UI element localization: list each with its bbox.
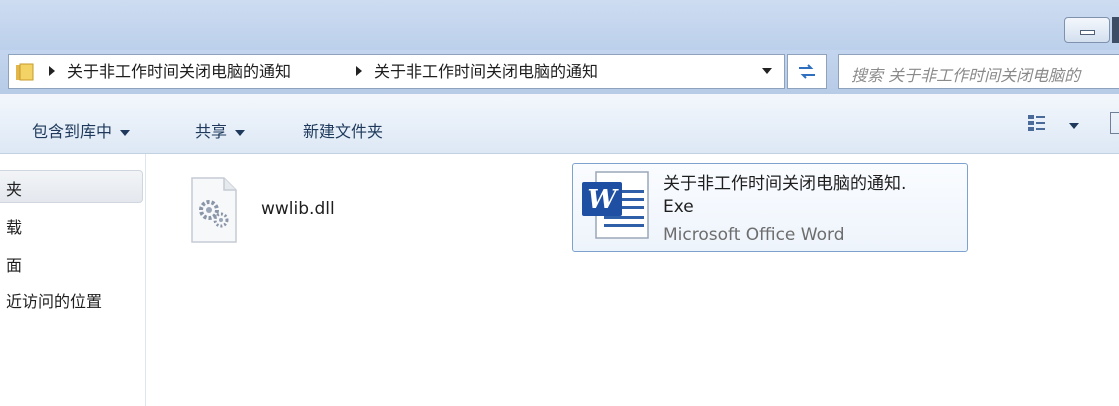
nav-item[interactable]: 近访问的位置: [6, 288, 102, 312]
breadcrumb-item[interactable]: 关于非工作时间关闭电脑的通知: [374, 62, 598, 82]
breadcrumb-item[interactable]: 关于非工作时间关闭电脑的通知: [67, 62, 291, 82]
command-toolbar: 包含到库中 共享 新建文件夹: [0, 94, 1119, 154]
file-type-label: Microsoft Office Word: [663, 225, 845, 245]
chevron-down-icon[interactable]: [1069, 123, 1079, 129]
file-name-line1: 关于非工作时间关闭电脑的通知.: [663, 174, 907, 194]
search-placeholder: 搜索 关于非工作时间关闭电脑的: [851, 66, 1081, 85]
new-folder-label: 新建文件夹: [303, 122, 384, 141]
chevron-down-icon[interactable]: [762, 68, 772, 74]
word-document-icon[interactable]: W: [578, 168, 652, 242]
folder-icon: [16, 63, 34, 81]
refresh-icon: [799, 64, 815, 79]
nav-item[interactable]: 夹: [6, 176, 22, 200]
preview-pane-icon[interactable]: [1110, 112, 1119, 134]
breadcrumb-separator-icon[interactable]: [356, 66, 362, 76]
nav-item[interactable]: 载: [6, 214, 22, 238]
share-label: 共享: [195, 122, 228, 141]
chevron-down-icon: [120, 129, 131, 136]
maximize-button[interactable]: [1112, 17, 1119, 43]
share-button[interactable]: 共享: [195, 118, 246, 142]
minimize-icon: [1080, 30, 1095, 35]
svg-text:W: W: [587, 185, 619, 215]
nav-item[interactable]: 面: [6, 252, 22, 276]
file-name-line2: Exe: [663, 197, 694, 217]
include-in-library-button[interactable]: 包含到库中: [32, 118, 131, 142]
chevron-down-icon: [235, 129, 246, 136]
window-titlebar: [0, 0, 1119, 50]
search-input[interactable]: 搜索 关于非工作时间关闭电脑的: [838, 54, 1119, 89]
dll-file-icon[interactable]: [189, 176, 239, 244]
include-in-library-label: 包含到库中: [32, 122, 113, 141]
navigation-pane: 夹 载 面 近访问的位置: [0, 154, 146, 406]
file-name[interactable]: wwlib.dll: [261, 199, 335, 219]
view-options-icon[interactable]: [1027, 114, 1047, 132]
breadcrumb-separator-icon[interactable]: [49, 66, 55, 76]
minimize-button[interactable]: [1064, 17, 1110, 43]
address-bar[interactable]: 关于非工作时间关闭电脑的通知 关于非工作时间关闭电脑的通知: [8, 54, 785, 89]
new-folder-button[interactable]: 新建文件夹: [303, 118, 383, 142]
refresh-button[interactable]: [787, 54, 827, 89]
